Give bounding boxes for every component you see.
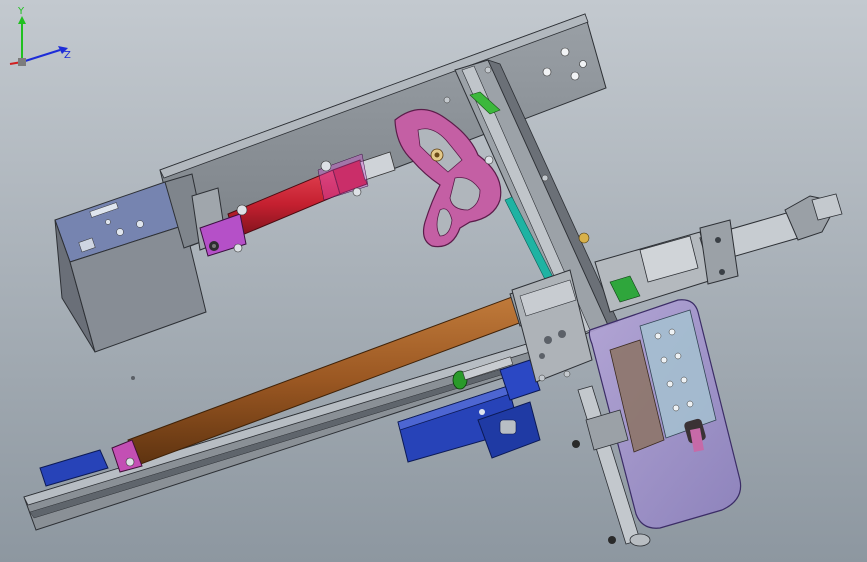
y-axis-label: Y <box>17 6 25 17</box>
cad-viewport[interactable]: Y Z <box>0 0 867 562</box>
y-axis-arrow <box>18 16 26 24</box>
z-axis-label: Z <box>64 50 71 61</box>
assembly-canvas[interactable] <box>0 0 867 562</box>
triad-origin <box>18 58 26 66</box>
z-axis-line <box>21 49 61 63</box>
coordinate-triad: Y Z <box>9 6 71 66</box>
